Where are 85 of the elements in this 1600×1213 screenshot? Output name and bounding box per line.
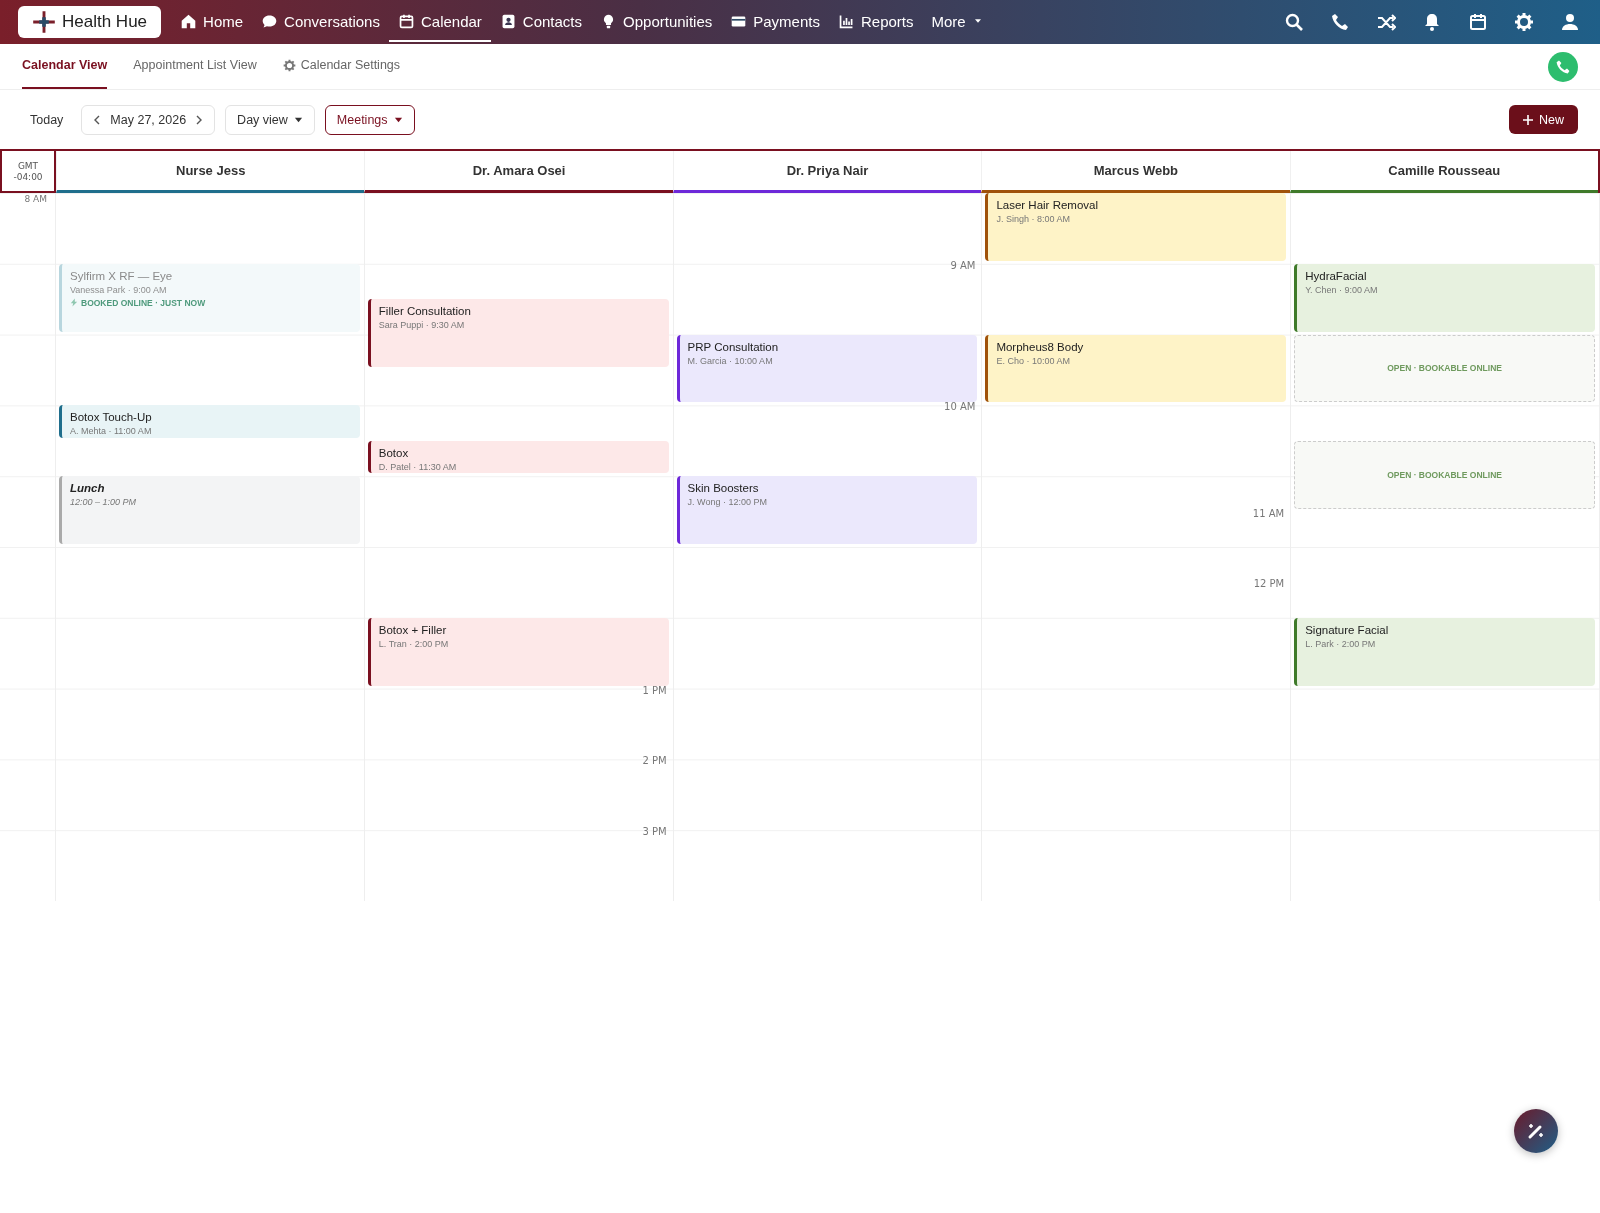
staff-column-header: Nurse Jess (56, 151, 365, 193)
appointment-title: Filler Consultation (378, 305, 472, 318)
appointment-detail: E. Cho · 10:00 AM (996, 355, 1071, 366)
time-label: 10 AM (944, 401, 976, 413)
appointment-detail: Vanessa Park · 9:00 AM (70, 284, 168, 295)
staff-column-header: Dr. Priya Nair (672, 151, 982, 193)
calendar-filter-dropdown[interactable]: Meetings (324, 104, 415, 135)
time-label: 8 AM (24, 194, 47, 204)
calendar-icon (1468, 12, 1488, 32)
nav-tab[interactable]: More (922, 2, 993, 42)
appointment-title: Lunch (70, 482, 106, 495)
time-label: 2 PM (642, 755, 667, 767)
appointment-detail: L. Park · 2:00 PM (1305, 638, 1377, 649)
appointment-detail: J. Singh · 8:00 AM (996, 214, 1071, 224)
user-icon (1560, 12, 1580, 32)
plus-icon (1523, 114, 1533, 125)
appointment-title: Botox + Filler (378, 623, 448, 636)
nav-tab[interactable]: Conversations (252, 2, 389, 42)
settings-icon (282, 58, 296, 72)
appointment-detail: M. Garcia · 10:00 AM (687, 355, 774, 366)
appointment-title: Morpheus8 Body (996, 340, 1085, 353)
caret-icon (293, 115, 303, 124)
assistant-button[interactable] (1514, 1109, 1558, 1153)
timezone-label: GMT -04:00 (0, 151, 56, 193)
appointment-title: PRP Consultation (687, 340, 780, 353)
time-label: 11 AM (1252, 507, 1285, 519)
appointment-title: Botox (378, 446, 410, 459)
logo[interactable]: Health Hue (18, 6, 162, 38)
view-tab[interactable]: Appointment List View (133, 43, 257, 89)
appointment-title: Skin Boosters (687, 482, 760, 495)
nav-tab[interactable]: Opportunities (591, 2, 722, 42)
appointment-card[interactable]: Filler Consultation Sara Puppi · 9:30 AM (367, 299, 669, 367)
view-tab[interactable]: Calendar View (22, 43, 108, 89)
appointment-detail: D. Patel · 11:30 AM (378, 461, 458, 472)
appointment-card[interactable]: Botox Touch-Up A. Mehta · 11:00 AM (59, 405, 360, 438)
home-icon (180, 12, 198, 30)
nav-tab[interactable]: Reports (828, 2, 923, 42)
appointment-detail: Sara Puppi · 9:30 AM (378, 320, 466, 331)
appointment-title: Botox Touch-Up (70, 411, 153, 424)
appointment-title: Laser Hair Removal (996, 199, 1099, 211)
nav-tab[interactable]: Calendar (388, 2, 491, 42)
new-button[interactable]: New (1509, 105, 1578, 134)
staff-column-header: Dr. Amara Osei (364, 151, 673, 193)
appointment-detail: A. Mehta · 11:00 AM (70, 426, 153, 437)
appointment-title: HydraFacial (1305, 269, 1368, 282)
appointment-detail: L. Tran · 2:00 PM (378, 638, 450, 649)
appointment-detail: J. Wong · 12:00 PM (687, 497, 768, 508)
appointment-title: Sylfirm X RF — Eye (70, 269, 174, 282)
search-icon (1284, 12, 1304, 32)
staff-column-header: Camille Rousseau (1289, 151, 1598, 193)
appointment-card[interactable]: Skin Boosters J. Wong · 12:00 PM (676, 476, 978, 544)
appointment-card[interactable]: HydraFacial Y. Chen · 9:00 AM (1294, 263, 1595, 332)
time-label: 12 PM (1253, 578, 1285, 590)
appointment-detail: Y. Chen · 9:00 AM (1305, 284, 1379, 295)
appointment-card[interactable]: Morpheus8 Body E. Cho · 10:00 AM (985, 334, 1287, 403)
lightning-icon (70, 298, 78, 308)
date-picker[interactable]: May 27, 2026 (81, 104, 216, 135)
settings-icon (1514, 12, 1534, 32)
appointment-card[interactable]: Laser Hair Removal J. Singh · 8:00 AM (985, 193, 1287, 261)
time-label: 9 AM (950, 259, 976, 271)
today-button[interactable]: Today (22, 106, 72, 133)
time-label: 1 PM (642, 684, 667, 696)
nav-tab[interactable]: Home (171, 2, 253, 42)
open-slot-label: OPEN · BOOKABLE ONLINE (1387, 469, 1502, 480)
break-block[interactable]: Lunch 12:00 – 1:00 PM (59, 476, 360, 544)
open-slot-label: OPEN · BOOKABLE ONLINE (1387, 363, 1502, 374)
date-label: May 27, 2026 (110, 112, 187, 127)
appointment-card[interactable]: Botox D. Patel · 11:30 AM (367, 440, 669, 474)
appointment-card[interactable]: Botox + Filler L. Tran · 2:00 PM (367, 617, 669, 686)
shuffle-icon (1376, 12, 1396, 32)
view-tab[interactable]: Calendar Settings (282, 43, 401, 89)
time-label: 3 PM (642, 826, 667, 838)
appointment-card[interactable]: Signature Facial L. Park · 2:00 PM (1294, 617, 1595, 686)
phone-icon (1330, 12, 1350, 32)
cross-logo-icon (32, 10, 56, 34)
view-dropdown[interactable]: Day view (225, 104, 315, 135)
appointment-title: Signature Facial (1305, 623, 1390, 636)
appointment-card[interactable]: PRP Consultation M. Garcia · 10:00 AM (676, 334, 978, 403)
caret-icon (393, 115, 403, 124)
phone-icon (1555, 58, 1571, 75)
nav-tab[interactable]: Payments (721, 2, 829, 42)
calendar-icon (397, 12, 415, 30)
nav-tab[interactable]: Contacts (490, 2, 592, 42)
appointment-detail: 12:00 – 1:00 PM (70, 497, 138, 508)
booking-note: BOOKED ONLINE · JUST NOW (70, 297, 352, 308)
